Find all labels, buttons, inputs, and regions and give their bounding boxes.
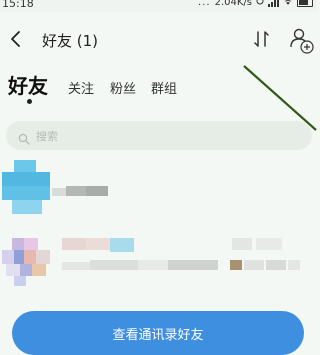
tab-follow[interactable]: 关注: [68, 78, 94, 97]
page-title: 好友 (1): [42, 32, 99, 50]
tab-fans[interactable]: 粉丝: [110, 78, 136, 97]
wifi-icon: [283, 0, 293, 8]
view-contacts-label: 查看通讯录好友: [112, 327, 204, 343]
status-dots: ...: [198, 0, 211, 8]
view-contacts-button[interactable]: 查看通讯录好友: [12, 311, 304, 355]
search-icon: [18, 130, 30, 145]
header: 好友 (1): [0, 22, 317, 60]
add-friend-icon[interactable]: [290, 27, 314, 55]
tab-bar: 好友 关注 粉丝 群组: [0, 70, 317, 110]
friend-row[interactable]: [0, 232, 317, 292]
status-bar: 15:18 ... 2.04K/s: [0, 0, 317, 12]
tab-groups[interactable]: 群组: [151, 78, 177, 97]
status-time: 15:18: [2, 0, 34, 10]
status-right: ... 2.04K/s: [198, 0, 313, 8]
signal-icon: [268, 0, 279, 7]
net-speed: 2.04K/s: [214, 0, 252, 8]
tab-friends[interactable]: 好友: [8, 70, 48, 99]
friend-row[interactable]: [0, 160, 317, 220]
friends-screen: 15:18 ... 2.04K/s 好友 (1) 好友 关注 粉丝 群组 搜索 …: [0, 0, 317, 355]
tab-indicator: [27, 99, 32, 104]
search-placeholder: 搜索: [36, 129, 58, 143]
back-icon[interactable]: [8, 30, 24, 48]
search-input[interactable]: 搜索: [6, 121, 312, 150]
alarm-icon: [256, 0, 264, 8]
battery-icon: [297, 0, 313, 7]
sort-icon[interactable]: [253, 29, 271, 49]
